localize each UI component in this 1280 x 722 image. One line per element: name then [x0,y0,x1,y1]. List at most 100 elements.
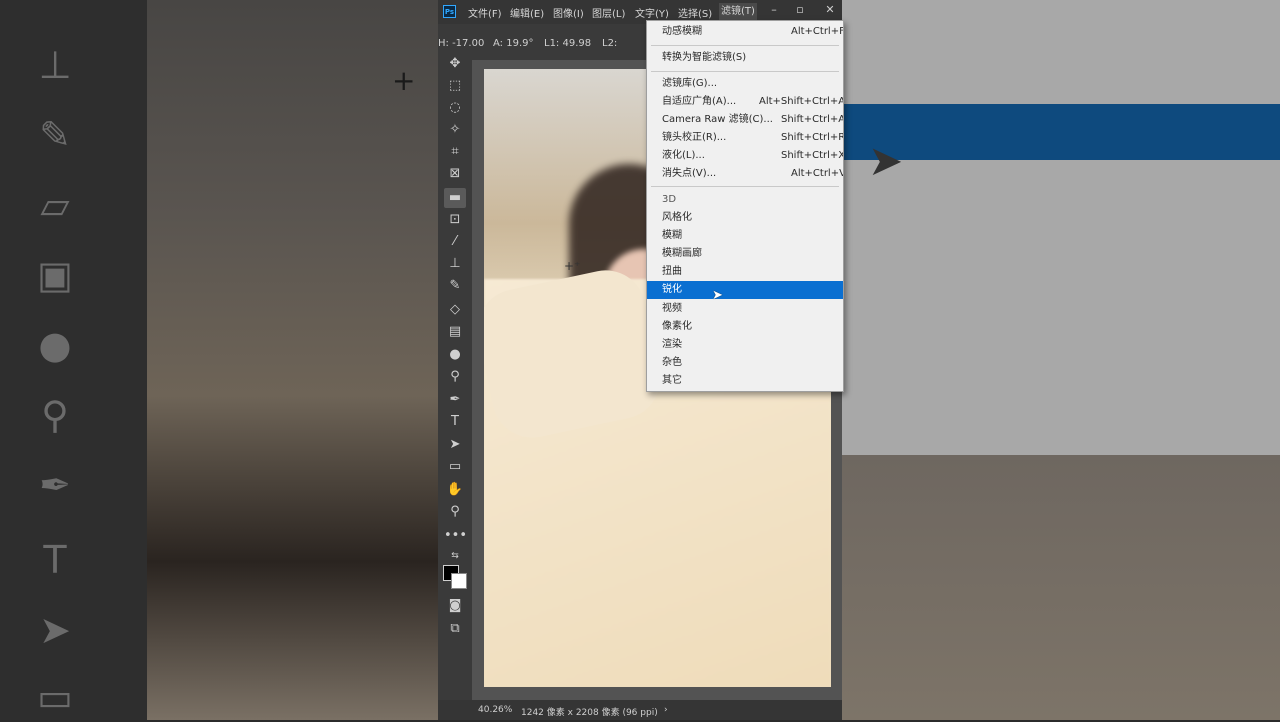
menu-item-noise[interactable]: 杂色 [647,354,843,372]
magic-wand-tool-icon[interactable]: ✧ [444,120,466,140]
menu-item-label: 风格化 [662,212,692,223]
blurred-photo [842,455,1280,720]
menu-item-shortcut: Alt+Ctrl+F [791,26,844,37]
object-select-tool-icon[interactable]: ⊡ [444,210,466,230]
menu-edit[interactable]: 编辑(E) [510,5,544,20]
menu-item-blur-gallery[interactable]: 模糊画廊 [647,245,843,263]
menu-image[interactable]: 图像(I) [553,5,584,20]
lasso-tool-icon[interactable]: ◌ [444,98,466,118]
maximize-icon[interactable]: ▫ [790,2,810,20]
swap-colors-icon[interactable]: ⇆ [444,546,466,566]
menu-separator [651,186,839,187]
menu-item-sharpen[interactable]: 锐化 [647,281,843,299]
menu-item-label: 消失点(V)... [662,168,717,179]
menu-item-label: 滤镜库(G)... [662,78,718,89]
menu-item-label: 自适应广角(A)... [662,96,737,107]
option-h-value: H: -17.00 [438,38,485,49]
close-icon[interactable]: ✕ [820,2,840,20]
menu-item-filter-gallery[interactable]: 滤镜库(G)... [647,75,843,93]
blurred-background-left: ⊥ ✎ ▱ ▣ ● ⚲ ✒ T ➤ ▭ + [0,0,438,720]
menu-item-label: 视频 [662,303,682,314]
menu-item-shortcut: Alt+Shift+Ctrl+A [759,96,844,107]
more-tools-icon[interactable]: ••• [444,526,467,546]
background-color-swatch[interactable] [451,573,467,589]
crosshair-icon: + [392,64,416,97]
stamp-tool-icon[interactable]: ⊥ [444,254,466,274]
menu-item-vanishing-point[interactable]: 消失点(V)... Alt+Ctrl+V [647,165,843,183]
status-bar: 40.26% 1242 像素 x 2208 像素 (96 ppi) › [438,700,842,720]
menu-file[interactable]: 文件(F) [468,5,502,20]
ruler-tool-icon[interactable]: ▬ [444,188,466,208]
menu-layer[interactable]: 图层(L) [592,5,625,20]
gradient-tool-icon[interactable]: ▤ [444,322,466,342]
history-brush-tool-icon[interactable]: ✎ [444,276,466,296]
menu-item-camera-raw[interactable]: Camera Raw 滤镜(C)... Shift+Ctrl+A [647,111,843,129]
gradient-icon: ▣ [37,253,73,297]
menu-item-label: 其它 [662,375,682,386]
zoom-tool-icon[interactable]: ⚲ [444,502,466,522]
menu-type[interactable]: 文字(Y) [635,5,669,20]
option-l2-value: L2: [602,38,618,49]
dodge-icon: ⚲ [41,393,69,437]
menu-item-convert-smart-filter[interactable]: 转换为智能滤镜(S) [647,49,843,67]
minimize-icon[interactable]: – [764,2,784,20]
blurred-menu [842,0,1280,455]
menu-item-shortcut: Shift+Ctrl+A [781,114,844,125]
menu-item-label: 液化(L)... [662,150,705,161]
move-tool-icon[interactable]: ✥ [444,54,466,74]
menu-item-blur[interactable]: 模糊 [647,227,843,245]
menu-select[interactable]: 选择(S) [678,5,712,20]
menu-item-label: 3D [662,194,677,205]
rectangle-tool-icon[interactable]: ▭ [444,457,466,477]
dodge-tool-icon[interactable]: ⚲ [444,367,466,387]
menu-item-label: 锐化 [662,284,682,295]
menu-item-last-filter[interactable]: 动感模糊 Alt+Ctrl+F [647,23,843,41]
marquee-tool-icon[interactable]: ⬚ [444,76,466,96]
menu-item-shortcut: Shift+Ctrl+X [781,150,844,161]
menu-item-pixelate[interactable]: 像素化 [647,318,843,336]
menu-item-other[interactable]: 其它 [647,372,843,390]
screen-mode-icon[interactable]: ⧉ [444,619,466,639]
blurred-highlight [842,104,1280,160]
rectangle-icon: ▭ [37,675,73,719]
menu-separator [651,45,839,46]
stamp-icon: ⊥ [38,43,72,87]
option-l1-value: L1: 49.98 [544,38,592,49]
brush-tool-icon[interactable]: ⁄ [444,232,466,252]
type-tool-icon[interactable]: T [444,412,466,432]
status-menu-arrow-icon[interactable]: › [664,705,668,715]
menu-item-liquify[interactable]: 液化(L)... Shift+Ctrl+X [647,147,843,165]
menu-item-label: 杂色 [662,357,682,368]
path-select-tool-icon[interactable]: ➤ [444,435,466,455]
blurred-canvas [147,0,438,720]
filter-menu: 动感模糊 Alt+Ctrl+F 转换为智能滤镜(S) 滤镜库(G)... 自适应… [646,20,844,392]
crop-tool-icon[interactable]: ⌗ [444,142,466,162]
pen-tool-icon[interactable]: ✒ [444,390,466,410]
zoom-level[interactable]: 40.26% [478,705,512,715]
menu-item-shortcut: Shift+Ctrl+R [781,132,844,143]
menu-item-label: 转换为智能滤镜(S) [662,52,747,63]
tools-panel: ✥ ⬚ ◌ ✧ ⌗ ⊠ ▬ ⊡ ⁄ ⊥ ✎ ◇ ▤ ● ⚲ ✒ T ➤ ▭ ✋ … [438,56,472,700]
eraser-tool-icon[interactable]: ◇ [444,300,466,320]
blur-tool-icon[interactable]: ● [444,345,466,365]
menu-item-video[interactable]: 视频 [647,300,843,318]
ruler-crosshair-icon: +⁺ [564,259,581,273]
menu-item-lens-correction[interactable]: 镜头校正(R)... Shift+Ctrl+R [647,129,843,147]
mouse-pointer-icon: ➤ [712,288,723,303]
frame-tool-icon[interactable]: ⊠ [444,164,466,184]
menu-separator [651,71,839,72]
menu-item-stylize[interactable]: 风格化 [647,209,843,227]
menu-item-label: Camera Raw 滤镜(C)... [662,114,773,125]
quick-mask-icon[interactable]: ◙ [444,596,466,616]
menu-item-adaptive-wide-angle[interactable]: 自适应广角(A)... Alt+Shift+Ctrl+A [647,93,843,111]
pen-icon: ✒ [39,463,71,507]
blurred-toolbar: ⊥ ✎ ▱ ▣ ● ⚲ ✒ T ➤ ▭ [0,0,147,720]
menu-item-distort[interactable]: 扭曲 [647,263,843,281]
menu-item-3d[interactable]: 3D [647,191,843,209]
menu-item-render[interactable]: 渲染 [647,336,843,354]
hand-tool-icon[interactable]: ✋ [444,480,466,500]
eraser-icon: ▱ [40,183,70,227]
menu-filter[interactable]: 滤镜(T) [719,3,757,21]
option-angle-value: A: 19.9° [493,38,534,49]
document-size: 1242 像素 x 2208 像素 (96 ppi) [521,708,658,718]
